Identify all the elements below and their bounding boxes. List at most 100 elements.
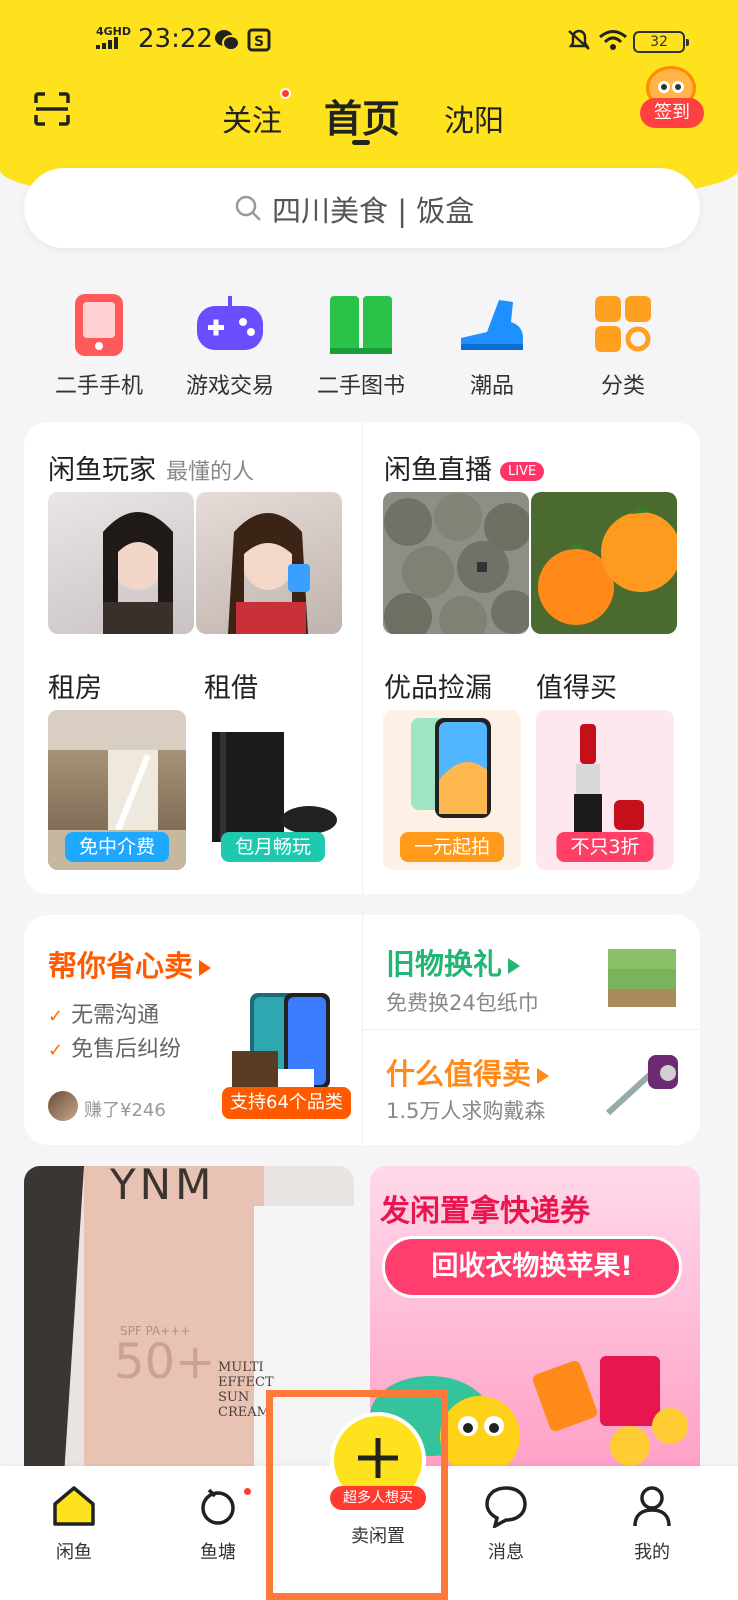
promo-headline: 发闲置拿快递券 bbox=[380, 1194, 590, 1229]
arrow-icon bbox=[537, 1068, 550, 1084]
worth-sell-title[interactable]: 什么值得卖 bbox=[386, 1051, 550, 1093]
book-icon bbox=[326, 292, 396, 358]
category-label: 二手图书 bbox=[316, 374, 405, 399]
benefit-text: 免售后纠纷 bbox=[71, 1037, 182, 1062]
players-section[interactable]: 闲鱼玩家 最懂的人 bbox=[48, 448, 254, 487]
live-stream-coins[interactable] bbox=[383, 492, 529, 634]
tab-sell[interactable]: 超多人想买 卖闲置 bbox=[328, 1412, 428, 1548]
sell-card: 帮你省心卖 ✓ 无需沟通 ✓ 免售后纠纷 赚了¥246 支持64个品类 旧物换礼 免… bbox=[24, 915, 700, 1145]
product-description: MULTI EFFECT SUN CREAM bbox=[218, 1360, 274, 1420]
divider bbox=[362, 915, 363, 1145]
tab-xianyu[interactable]: 闲鱼 bbox=[34, 1484, 114, 1564]
tab-follow[interactable]: 关注 bbox=[222, 96, 282, 140]
players-subtitle: 最懂的人 bbox=[166, 460, 255, 485]
worth-sell-label: 什么值得卖 bbox=[386, 1057, 532, 1091]
product-line: MULTI bbox=[218, 1360, 264, 1375]
signin-button[interactable]: 签到 bbox=[640, 66, 704, 130]
benefit-text: 无需沟通 bbox=[71, 1003, 160, 1028]
sell-badge: 超多人想买 bbox=[330, 1486, 426, 1510]
scan-icon[interactable] bbox=[34, 92, 70, 126]
svg-text:S: S bbox=[254, 34, 264, 50]
wifi-icon bbox=[599, 30, 627, 50]
live-title: 闲鱼直播 bbox=[384, 455, 492, 486]
vacuum-image bbox=[604, 1049, 684, 1119]
clock: 23:22 bbox=[138, 24, 213, 54]
wechat-icon bbox=[215, 30, 240, 51]
category-phones[interactable]: 二手手机 bbox=[34, 292, 164, 400]
message-icon bbox=[485, 1486, 527, 1530]
category-books[interactable]: 二手图书 bbox=[296, 292, 426, 400]
search-bar[interactable]: 四川美食 | 饭盒 bbox=[24, 168, 700, 248]
notification-dot bbox=[280, 88, 291, 99]
lend-title[interactable]: 租借 bbox=[204, 666, 258, 705]
category-trendy[interactable]: 潮品 bbox=[427, 292, 557, 400]
tab-city[interactable]: 沈阳 bbox=[444, 96, 504, 140]
product-line: SUN bbox=[218, 1390, 250, 1405]
tab-label: 闲鱼 bbox=[56, 1542, 92, 1563]
tab-profile[interactable]: 我的 bbox=[612, 1484, 692, 1564]
category-label: 分类 bbox=[600, 374, 645, 399]
product-line: CREAM bbox=[218, 1405, 270, 1420]
tab-label: 卖闲置 bbox=[351, 1526, 405, 1547]
tissue-image bbox=[604, 939, 680, 1009]
battery-indicator: 32 bbox=[633, 31, 689, 53]
notification-dot bbox=[242, 1486, 253, 1497]
product-brand: YNM bbox=[110, 1166, 216, 1209]
earned-text: 赚了¥246 bbox=[84, 1100, 166, 1121]
phone-icon bbox=[64, 292, 134, 358]
live-stream-oranges[interactable] bbox=[531, 492, 677, 634]
worth-photo[interactable]: 不只3折 bbox=[536, 710, 674, 870]
live-section[interactable]: 闲鱼直播 LIVE bbox=[384, 448, 545, 487]
tab-messages[interactable]: 消息 bbox=[466, 1484, 546, 1564]
exchange-label: 旧物换礼 bbox=[386, 947, 503, 981]
easy-sell-label: 帮你省心卖 bbox=[48, 949, 194, 983]
worth-sell-subtitle: 1.5万人求购戴森 bbox=[386, 1099, 546, 1123]
player-photo[interactable] bbox=[48, 492, 194, 634]
players-title: 闲鱼玩家 bbox=[48, 455, 156, 486]
player-photo[interactable] bbox=[196, 492, 342, 634]
rent-photo[interactable]: 免中介费 bbox=[48, 710, 186, 870]
status-bar: 4GHD 23:22 S 32 bbox=[0, 22, 738, 62]
worth-tag: 不只3折 bbox=[556, 832, 654, 862]
divider bbox=[362, 422, 363, 894]
category-count-tag: 支持64个品类 bbox=[222, 1087, 351, 1119]
pond-icon bbox=[201, 1488, 235, 1525]
check-icon: ✓ bbox=[48, 1040, 64, 1061]
category-label: 潮品 bbox=[469, 374, 514, 399]
gamepad-icon bbox=[195, 292, 265, 358]
feed-item-sunscreen[interactable]: YNM SPF PA+++ 50+ MULTI EFFECT SUN CREAM bbox=[24, 1166, 354, 1476]
easy-sell-title[interactable]: 帮你省心卖 bbox=[48, 943, 212, 985]
lend-tag: 包月畅玩 bbox=[220, 832, 326, 862]
rent-title[interactable]: 租房 bbox=[48, 666, 102, 705]
check-icon: ✓ bbox=[48, 1006, 64, 1027]
picks-title[interactable]: 优品捡漏 bbox=[384, 666, 492, 705]
arrow-icon bbox=[199, 960, 212, 976]
lend-photo[interactable]: 包月畅玩 bbox=[204, 710, 342, 870]
category-label: 二手手机 bbox=[54, 374, 143, 399]
search-icon bbox=[235, 195, 261, 221]
live-badge: LIVE bbox=[500, 462, 545, 481]
spf-value: 50+ bbox=[114, 1334, 216, 1390]
benefit-point: ✓ 免售后纠纷 bbox=[48, 1031, 181, 1063]
product-line: EFFECT bbox=[218, 1375, 274, 1390]
tab-label: 我的 bbox=[634, 1542, 670, 1563]
signal-icon bbox=[96, 37, 118, 49]
divider bbox=[362, 1029, 700, 1030]
exchange-subtitle: 免费换24包纸巾 bbox=[386, 991, 539, 1015]
worth-title[interactable]: 值得买 bbox=[536, 666, 617, 705]
exchange-title[interactable]: 旧物换礼 bbox=[386, 941, 521, 983]
home-icon bbox=[53, 1486, 95, 1526]
category-games[interactable]: 游戏交易 bbox=[165, 292, 295, 400]
category-all[interactable]: 分类 bbox=[558, 292, 688, 400]
arrow-icon bbox=[508, 958, 521, 974]
picks-tag: 一元起拍 bbox=[399, 832, 505, 862]
tab-fishpond[interactable]: 鱼塘 bbox=[178, 1484, 258, 1564]
network-indicator: 4GHD bbox=[96, 26, 131, 51]
promo-banner: 回收衣物换苹果! bbox=[382, 1236, 682, 1298]
rent-tag: 免中介费 bbox=[64, 832, 170, 862]
tab-home[interactable]: 首页 bbox=[324, 88, 400, 143]
mute-icon bbox=[568, 29, 590, 50]
grid-icon bbox=[588, 292, 658, 358]
benefit-point: ✓ 无需沟通 bbox=[48, 997, 159, 1029]
picks-photo[interactable]: 一元起拍 bbox=[383, 710, 521, 870]
